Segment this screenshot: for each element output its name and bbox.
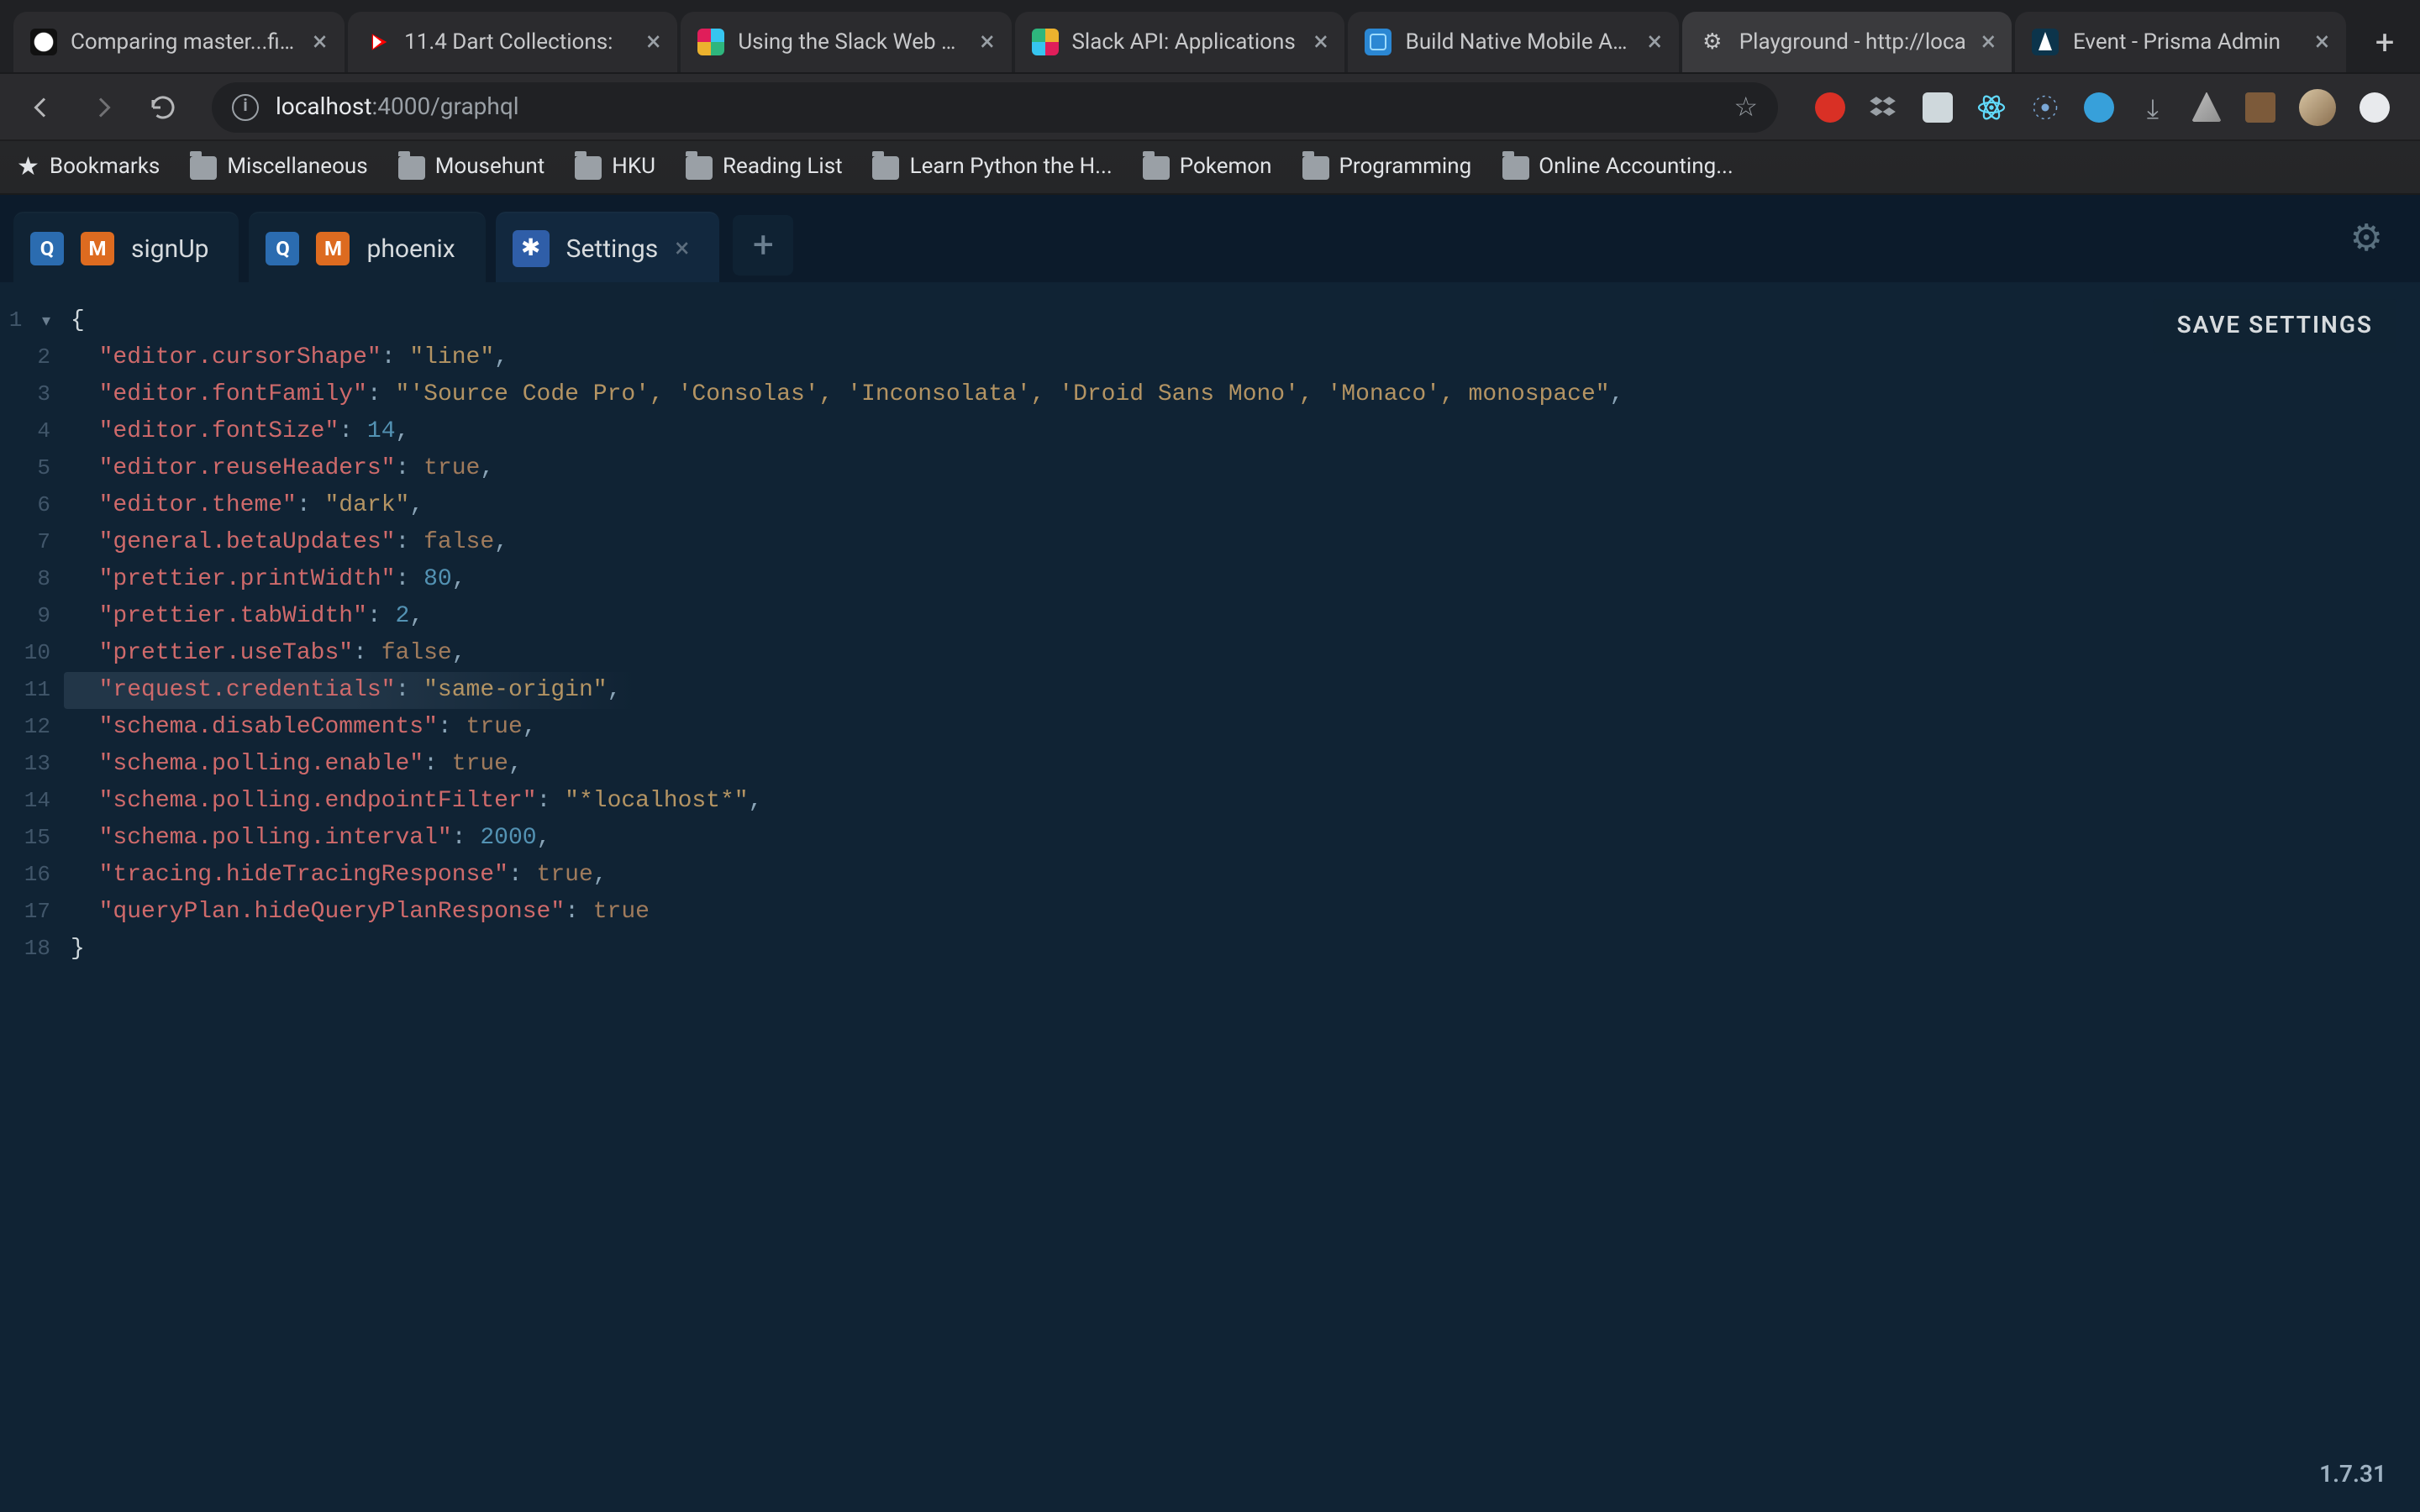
browser-tab-github[interactable]: Comparing master...fix/ × <box>13 12 344 72</box>
profile-avatar[interactable] <box>2299 88 2336 125</box>
browser-window: Comparing master...fix/ × 11.4 Dart Coll… <box>0 0 2420 1512</box>
folder-icon <box>686 155 713 179</box>
ext-icon-6[interactable] <box>2084 92 2114 122</box>
folder-icon <box>1502 155 1528 179</box>
playground-tab-label: Settings <box>566 233 659 263</box>
tab-title: Build Native Mobile App <box>1406 29 1634 55</box>
folder-icon <box>398 155 425 179</box>
dropbox-icon[interactable] <box>1869 92 1899 122</box>
bookmark-online-accounting[interactable]: Online Accounting... <box>1502 155 1733 180</box>
query-badge: Q <box>266 231 300 265</box>
ext-icon-9[interactable] <box>2245 92 2275 122</box>
code-content[interactable]: { "editor.cursorShape": "line", "editor.… <box>64 296 2420 1512</box>
mutation-badge: M <box>81 231 114 265</box>
tab-title: Playground - http://loca <box>1739 29 1968 55</box>
close-icon[interactable]: × <box>646 29 660 55</box>
tab-title: Using the Slack Web AP <box>738 29 966 55</box>
ext-icon-1[interactable] <box>1815 92 1845 122</box>
browser-tab-youtube[interactable]: 11.4 Dart Collections: × <box>347 12 677 72</box>
nativescript-icon <box>1365 29 1392 55</box>
slack-icon <box>1031 29 1058 55</box>
reload-button[interactable] <box>138 81 188 132</box>
tab-title: Comparing master...fix/ <box>71 29 299 55</box>
github-icon <box>30 29 57 55</box>
folder-icon <box>190 155 217 179</box>
reload-icon <box>148 92 178 122</box>
close-icon[interactable]: × <box>675 232 689 264</box>
download-icon[interactable]: ⤓ <box>2138 92 2168 122</box>
tab-title: Slack API: Applications <box>1071 29 1300 55</box>
version-label: 1.7.31 <box>2319 1462 2386 1488</box>
bookmark-learn-python[interactable]: Learn Python the H... <box>873 155 1113 180</box>
mutation-badge: M <box>317 231 350 265</box>
bookmark-bar: ★Bookmarks Miscellaneous Mousehunt HKU R… <box>0 141 2420 195</box>
folder-icon <box>1143 155 1170 179</box>
star-icon: ★ <box>17 155 39 180</box>
extension-icons: ⤓ <box>1802 88 2403 125</box>
ext-icon-10[interactable] <box>2360 92 2390 122</box>
graphql-playground: Q M signUp Q M phoenix ✱ Settings × + ⚙ … <box>0 195 2420 1512</box>
playground-tabbar: Q M signUp Q M phoenix ✱ Settings × + ⚙ <box>0 195 2420 282</box>
ext-icon-8[interactable] <box>2191 92 2222 122</box>
back-button[interactable] <box>17 81 67 132</box>
browser-tab-prisma[interactable]: Event - Prisma Admin × <box>2016 12 2346 72</box>
close-icon[interactable]: × <box>2315 29 2329 55</box>
bookmark-programming[interactable]: Programming <box>1302 155 1472 180</box>
close-icon[interactable]: × <box>980 29 994 55</box>
arrow-right-icon <box>87 92 118 122</box>
browser-tabstrip: Comparing master...fix/ × 11.4 Dart Coll… <box>0 0 2420 74</box>
browser-tab-slack-api[interactable]: Slack API: Applications × <box>1014 12 1344 72</box>
playground-settings-gear-icon[interactable]: ⚙ <box>2330 218 2403 260</box>
address-bar[interactable]: i localhost:4000/graphql ☆ <box>212 81 1778 132</box>
ext-icon-5[interactable] <box>2030 92 2060 122</box>
settings-editor[interactable]: 1 ▾23456789101112131415161718 { "editor.… <box>0 282 2420 1512</box>
playground-new-tab-button[interactable]: + <box>733 215 793 276</box>
bookmark-hku[interactable]: HKU <box>575 155 655 180</box>
tab-title: 11.4 Dart Collections: <box>404 29 633 55</box>
close-icon[interactable]: × <box>1981 29 1996 55</box>
playground-tab-signup[interactable]: Q M signUp <box>13 212 239 282</box>
playground-tab-settings[interactable]: ✱ Settings × <box>496 212 720 282</box>
close-icon[interactable]: × <box>1314 29 1328 55</box>
line-gutter: 1 ▾23456789101112131415161718 <box>0 296 64 1512</box>
bookmark-bookmarks[interactable]: ★Bookmarks <box>17 155 160 180</box>
playground-tab-label: phoenix <box>367 233 455 263</box>
gear-icon: ✱ <box>513 229 550 266</box>
prisma-icon <box>2033 29 2060 55</box>
tab-title: Event - Prisma Admin <box>2073 29 2302 55</box>
folder-icon <box>575 155 602 179</box>
forward-button[interactable] <box>77 81 128 132</box>
close-icon[interactable]: × <box>1648 29 1662 55</box>
bookmark-pokemon[interactable]: Pokemon <box>1143 155 1272 180</box>
browser-toolbar: i localhost:4000/graphql ☆ ⤓ <box>0 74 2420 141</box>
site-info-icon[interactable]: i <box>232 93 259 120</box>
youtube-icon <box>364 29 391 55</box>
save-settings-button[interactable]: SAVE SETTINGS <box>2154 299 2396 353</box>
folder-icon <box>1302 155 1329 179</box>
new-browser-tab-button[interactable]: + <box>2360 17 2410 67</box>
bookmark-reading-list[interactable]: Reading List <box>686 155 843 180</box>
playground-tab-label: signUp <box>131 233 209 263</box>
react-icon[interactable] <box>1976 92 2007 122</box>
browser-tab-playground[interactable]: ⚙ Playground - http://loca × <box>1682 12 2012 72</box>
close-icon[interactable]: × <box>313 29 327 55</box>
bookmark-star-icon[interactable]: ☆ <box>1733 91 1758 123</box>
playground-tab-phoenix[interactable]: Q M phoenix <box>250 212 486 282</box>
slack-icon <box>697 29 724 55</box>
gear-icon: ⚙ <box>1699 29 1726 55</box>
browser-tab-slack-web[interactable]: Using the Slack Web AP × <box>681 12 1011 72</box>
ext-icon-3[interactable] <box>1923 92 1953 122</box>
browser-tab-native[interactable]: Build Native Mobile App × <box>1349 12 1679 72</box>
url-text: localhost:4000/graphql <box>276 93 519 120</box>
arrow-left-icon <box>27 92 57 122</box>
bookmark-miscellaneous[interactable]: Miscellaneous <box>190 155 367 180</box>
query-badge: Q <box>30 231 64 265</box>
bookmark-mousehunt[interactable]: Mousehunt <box>398 155 545 180</box>
folder-icon <box>873 155 900 179</box>
